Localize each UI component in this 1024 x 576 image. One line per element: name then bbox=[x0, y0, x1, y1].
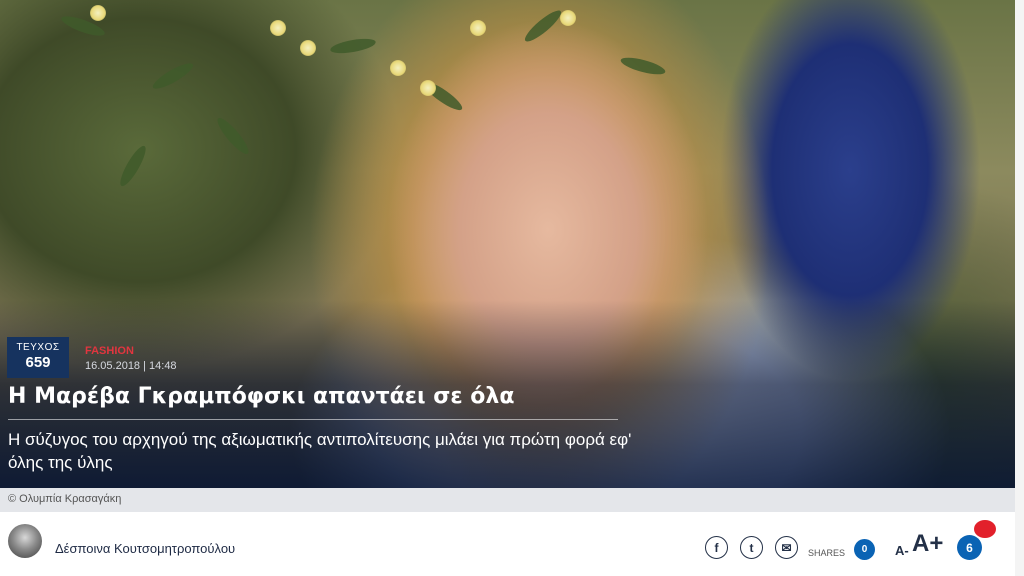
author-avatar[interactable] bbox=[8, 524, 42, 558]
shares-label: SHARES bbox=[808, 548, 846, 558]
publish-date: 16.05.2018 | 14:48 bbox=[85, 360, 177, 372]
leaf-decoration bbox=[521, 6, 565, 46]
leaf-decoration bbox=[150, 59, 196, 93]
issue-badge[interactable]: ΤΕΥΧΟΣ 659 bbox=[7, 337, 69, 378]
flower-decoration bbox=[300, 40, 316, 56]
page-scroll-edge bbox=[1015, 0, 1024, 576]
flower-decoration bbox=[420, 80, 436, 96]
leaf-decoration bbox=[619, 54, 667, 78]
comments-notification-dot bbox=[974, 520, 996, 538]
photo-credit-bar: © Ολυμπία Κρασαγάκη bbox=[0, 488, 1015, 512]
article-subtitle: Η σύζυγος του αρχηγού της αξιωματικής αν… bbox=[8, 430, 632, 472]
leaf-decoration bbox=[329, 36, 377, 56]
title-divider bbox=[8, 419, 618, 420]
email-icon: ✉ bbox=[781, 540, 792, 555]
facebook-share-button[interactable]: f bbox=[705, 536, 728, 559]
comments-count-button[interactable]: 6 bbox=[957, 535, 982, 560]
flower-decoration bbox=[560, 10, 576, 26]
decrease-font-button[interactable]: A- bbox=[895, 543, 909, 558]
hero-image: ΤΕΥΧΟΣ 659 FASHION 16.05.2018 | 14:48 Η … bbox=[0, 0, 1015, 488]
category-link[interactable]: FASHION bbox=[85, 345, 134, 357]
leaf-decoration bbox=[213, 114, 253, 158]
email-share-button[interactable]: ✉ bbox=[775, 536, 798, 559]
flower-decoration bbox=[90, 5, 106, 21]
twitter-share-button[interactable]: t bbox=[740, 536, 763, 559]
increase-font-button[interactable]: A+ bbox=[912, 530, 943, 558]
facebook-icon: f bbox=[714, 540, 719, 555]
leaf-decoration bbox=[116, 143, 150, 189]
flower-decoration bbox=[270, 20, 286, 36]
photo-credit: © Ολυμπία Κρασαγάκη bbox=[8, 493, 122, 505]
author-name[interactable]: Δέσποινα Κουτσομητροπούλου bbox=[55, 541, 235, 556]
article-title: Η Μαρέβα Γκραμπόφσκι απαντάει σε όλα bbox=[8, 384, 515, 409]
shares-count-badge: 0 bbox=[854, 539, 875, 560]
issue-number: 659 bbox=[25, 354, 51, 371]
issue-label: ΤΕΥΧΟΣ bbox=[16, 342, 60, 353]
flower-decoration bbox=[470, 20, 486, 36]
twitter-icon: t bbox=[749, 540, 754, 555]
flower-decoration bbox=[390, 60, 406, 76]
